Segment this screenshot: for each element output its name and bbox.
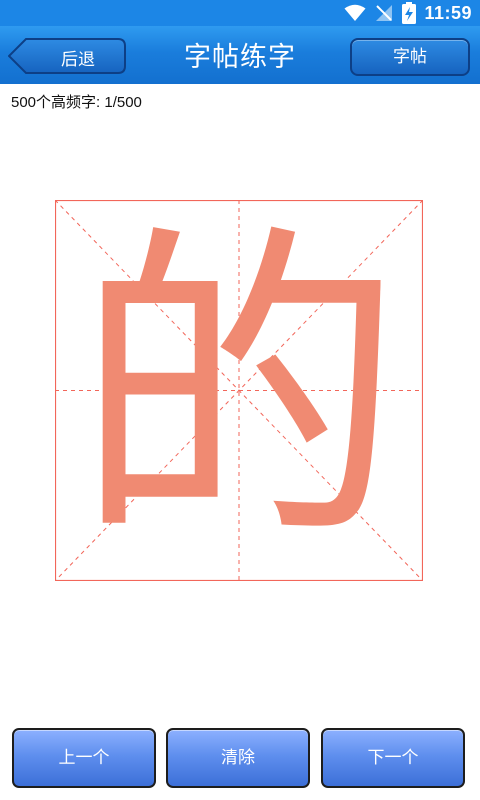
clear-button[interactable]: 清除 [166, 728, 310, 788]
copybook-button[interactable]: 字帖 [350, 38, 470, 76]
wifi-icon [344, 4, 366, 22]
previous-button[interactable]: 上一个 [12, 728, 156, 788]
progress-counter: 500个高频字: 1/500 [11, 94, 142, 111]
practice-character: 的 [74, 198, 404, 583]
no-signal-icon [374, 3, 394, 23]
status-icons: 11:59 [344, 0, 472, 26]
practice-canvas[interactable]: 的 [55, 200, 423, 581]
battery-charging-icon [402, 2, 417, 24]
clock: 11:59 [424, 2, 472, 23]
next-button[interactable]: 下一个 [321, 728, 465, 788]
title-bar: 后退 字帖练字 字帖 [0, 26, 480, 84]
status-bar: 11:59 [0, 0, 480, 26]
